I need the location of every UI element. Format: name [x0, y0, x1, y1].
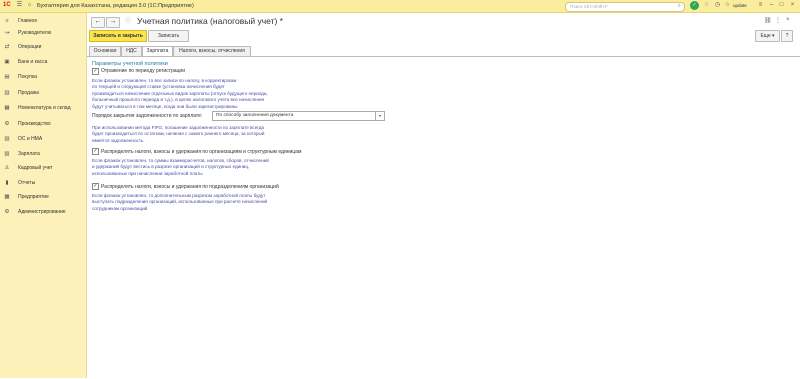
admin-icon: ⚙ [4, 209, 10, 215]
app-title: Бухгалтерия для Казахстана, редакция 3.0… [37, 3, 194, 9]
sidebar-item-warehouse[interactable]: ▦ Номенклатура и склад [0, 102, 86, 114]
minimize-icon[interactable]: – [768, 2, 775, 9]
close-icon[interactable]: × [789, 2, 796, 9]
back-button[interactable]: ← [91, 17, 105, 28]
app-logo: 1С [3, 2, 11, 8]
distribute-org-label: Распределять налоги, взносы и удержания … [101, 149, 302, 155]
search-input[interactable]: Поиск Ctrl+Shift+F ⌕ [565, 2, 685, 12]
notification-icon[interactable]: ✓ [690, 1, 699, 10]
bank-icon: ▣ [4, 59, 10, 65]
close-form-icon[interactable]: × [786, 17, 790, 23]
distribute-org-hint: Если флажок установлен, то суммы взаимор… [92, 158, 269, 176]
salary-icon: ▨ [4, 151, 10, 157]
reports-icon: ▮ [5, 180, 9, 186]
sidebar-item-label: Главное [18, 18, 38, 24]
sidebar-item-label: Администрирование [18, 209, 66, 215]
home-icon[interactable]: ⌂ [26, 2, 33, 9]
search-icon: ⌕ [677, 3, 681, 9]
sidebar-item-manager[interactable]: ↝ Руководителю [0, 27, 86, 39]
favorite-star-icon[interactable]: ☆ [124, 16, 132, 25]
title-bar: 1С ☰ ⌂ Бухгалтерия для Казахстана, редак… [0, 0, 800, 13]
sidebar-item-production[interactable]: ⚙ Производство [0, 118, 86, 130]
sidebar-item-purchase[interactable]: ▤ Покупка [0, 71, 86, 83]
debt-closing-value: По способу заполнения документа [216, 113, 294, 118]
help-button[interactable]: ? [781, 30, 793, 42]
sales-icon: ▥ [4, 90, 10, 96]
sidebar-item-personnel[interactable]: ♙ Кадровый учет [0, 162, 86, 174]
registration-period-checkbox[interactable]: ✓ [92, 68, 99, 75]
sidebar-item-assets[interactable]: ▧ ОС и НМА [0, 133, 86, 145]
distribute-org-checkbox[interactable]: ✓ [92, 148, 99, 155]
page-title: Учетная политика (налоговый учет) * [137, 16, 283, 26]
sidebar-item-bank[interactable]: ▣ Банк и касса [0, 56, 86, 68]
sidebar-item-label: ОС и НМА [18, 136, 43, 142]
group-title: Параметры учетной политики [92, 61, 168, 67]
forward-button[interactable]: → [106, 17, 120, 28]
personnel-icon: ♙ [4, 165, 10, 171]
sidebar-item-main[interactable]: ≡ Главное [0, 15, 86, 27]
sidebar-item-label: Предприятие [18, 194, 49, 200]
maximize-icon[interactable]: □ [778, 2, 785, 9]
cart-icon: ▤ [4, 74, 10, 80]
registration-period-hint: Если флажок установлен, то все записи по… [92, 78, 268, 109]
save-and-close-button[interactable]: Записать и закрыть [89, 30, 147, 42]
debt-closing-select[interactable]: По способу заполнения документа ▾ [212, 111, 385, 121]
sidebar: ≡ Главное ↝ Руководителю ⇄ Операции ▣ Ба… [0, 13, 87, 378]
production-icon: ⚙ [4, 121, 10, 127]
chart-line-icon: ↝ [4, 30, 10, 36]
distribute-dept-hint: Если флажок установлен, то дополнительны… [92, 193, 268, 211]
search-placeholder: Поиск Ctrl+Shift+F [570, 4, 608, 9]
menu-icon: ≡ [5, 18, 9, 24]
sidebar-item-salary[interactable]: ▨ Зарплата [0, 148, 86, 160]
history-icon[interactable]: ◷ [714, 2, 721, 9]
more-icon[interactable]: ⋮ [775, 17, 781, 24]
more-button[interactable]: Еще ▾ [755, 30, 780, 42]
assets-icon: ▧ [4, 136, 10, 142]
sidebar-item-label: Номенклатура и склад [18, 105, 71, 111]
bell-icon[interactable]: ♢ [703, 2, 710, 9]
warehouse-icon: ▦ [4, 105, 10, 111]
enterprise-icon: ▩ [4, 194, 10, 200]
sidebar-item-label: Банк и касса [18, 59, 48, 65]
distribute-dept-label: Распределять налоги, взносы и удержания … [101, 184, 279, 190]
link-icon[interactable]: ⛓ [764, 17, 772, 24]
sidebar-item-label: Покупка [18, 74, 37, 80]
sidebar-item-label: Продажа [18, 90, 39, 96]
sidebar-item-label: Отчеты [18, 180, 36, 186]
sidebar-item-label: Кадровый учет [18, 165, 53, 171]
chevron-down-icon[interactable]: ▾ [375, 112, 384, 120]
sidebar-item-label: Производство [18, 121, 51, 127]
sidebar-item-operations[interactable]: ⇄ Операции [0, 41, 86, 53]
favorites-icon[interactable]: ☆ [724, 2, 731, 9]
debt-closing-label: Порядок закрытия задолженности по зарпла… [92, 113, 203, 119]
sidebar-item-admin[interactable]: ⚙ Администрирование [0, 206, 86, 218]
sidebar-item-enterprise[interactable]: ▩ Предприятие [0, 191, 86, 203]
sidebar-item-label: Операции [18, 44, 42, 50]
menu-icon[interactable]: ☰ [16, 2, 23, 9]
debt-closing-hint: При использовании метода FIFO, погашение… [92, 125, 265, 143]
distribute-dept-checkbox[interactable]: ✓ [92, 183, 99, 190]
user-name[interactable]: update [733, 3, 747, 8]
registration-period-label: Отражение по периоду регистрации [101, 68, 185, 74]
settings-icon[interactable]: ≡ [757, 2, 764, 9]
operations-icon: ⇄ [4, 44, 10, 50]
sidebar-item-sales[interactable]: ▥ Продажа [0, 87, 86, 99]
sidebar-item-label: Руководителю [18, 30, 52, 36]
more-label: Еще [760, 33, 771, 39]
sidebar-item-label: Зарплата [18, 151, 40, 157]
save-button[interactable]: Записать [148, 30, 189, 42]
sidebar-item-reports[interactable]: ▮ Отчеты [0, 177, 86, 189]
